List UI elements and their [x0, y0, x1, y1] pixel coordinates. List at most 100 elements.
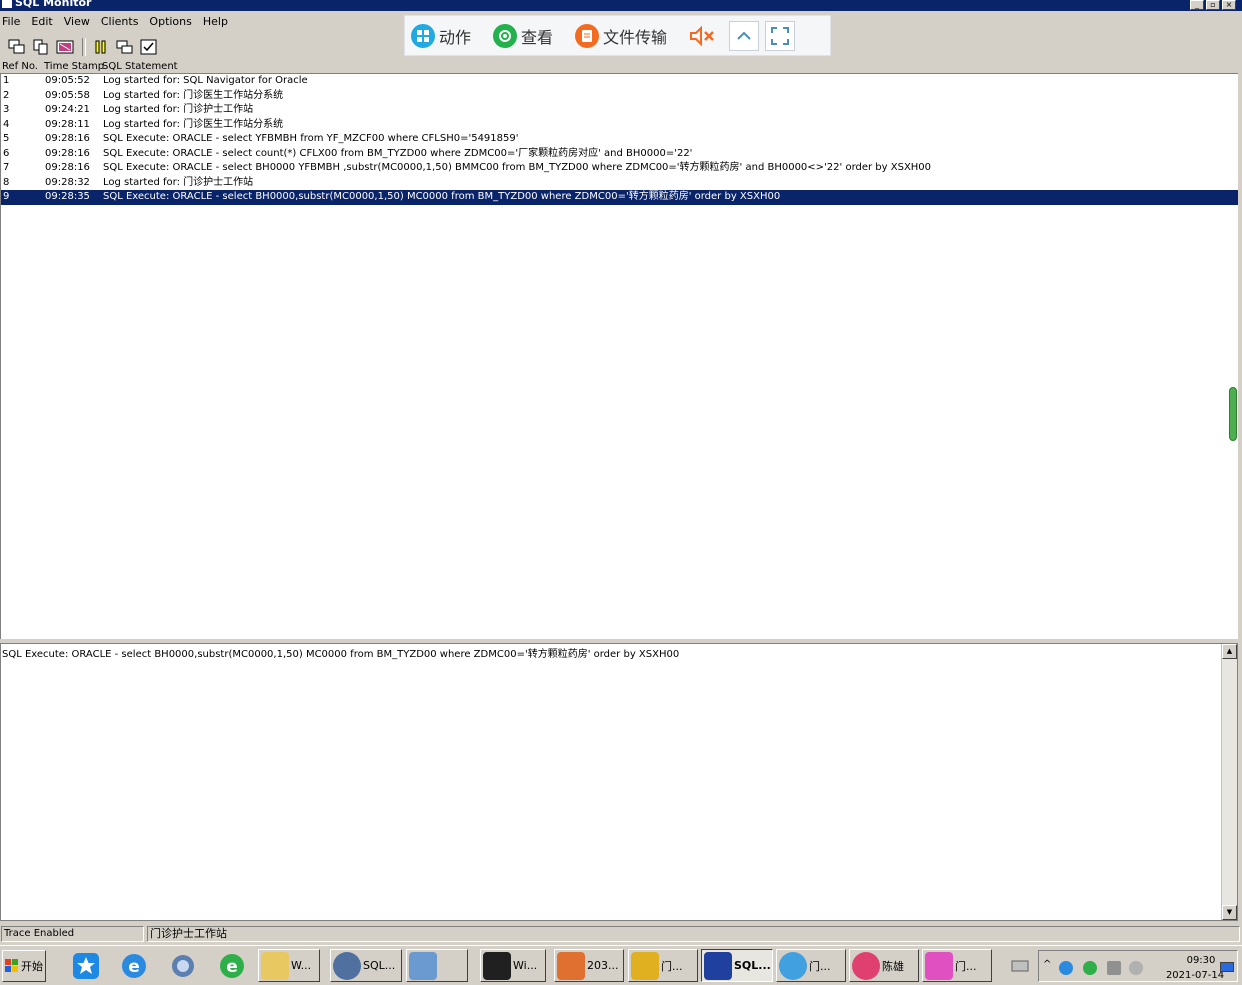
copy-button[interactable]: [30, 37, 52, 57]
menu-options[interactable]: Options: [149, 15, 191, 28]
task-button-3[interactable]: Wi...: [480, 949, 546, 982]
clinic-app-icon: [631, 951, 659, 980]
log-row[interactable]: 3 09:24:21 Log started for: 门诊护士工作站: [1, 103, 1238, 118]
scroll-down-arrow-icon[interactable]: ▼: [1222, 905, 1237, 920]
remote-desktop-icon: [409, 951, 437, 980]
fullscreen-icon: [771, 26, 790, 45]
remote-action-button[interactable]: 动作: [411, 23, 471, 48]
tray-update-icon[interactable]: [1083, 961, 1097, 975]
log-ref-no: 3: [3, 104, 10, 116]
task-label-9: 门...: [955, 959, 977, 973]
checklist-button[interactable]: [138, 37, 160, 57]
log-time-stamp: 09:28:16: [45, 162, 90, 174]
copy-icon: [33, 39, 48, 54]
remote-transfer-label: 文件传输: [603, 27, 668, 47]
task-label-5: 门...: [661, 959, 683, 973]
nurse-station-icon: [779, 951, 807, 980]
menu-view[interactable]: View: [64, 15, 90, 28]
task-button-6[interactable]: SQL...: [701, 949, 773, 982]
sql-detail-text: SQL Execute: ORACLE - select BH0000,subs…: [2, 649, 680, 660]
column-ref-no[interactable]: Ref No.: [2, 61, 38, 72]
tray-expand-icon[interactable]: ^: [1043, 959, 1051, 970]
column-sql-statement[interactable]: SQL Statement: [102, 61, 178, 72]
window-title-text: SQL Monitor: [15, 0, 92, 9]
log-row[interactable]: 1 09:05:52 Log started for: SQL Navigator …: [1, 74, 1238, 89]
status-bar: Trace Enabled 门诊护士工作站: [0, 925, 1242, 943]
task-button-1[interactable]: SQL...: [330, 949, 402, 982]
log-list[interactable]: 9 09:28:35 SQL Execute: ORACLE - select BH…: [0, 74, 1238, 639]
clear-log-button[interactable]: [54, 37, 76, 57]
menu-file[interactable]: File: [2, 15, 20, 28]
remote-control-bar: 动作 查看 文件传输: [404, 15, 831, 56]
menu-edit[interactable]: Edit: [31, 15, 52, 28]
minimize-button[interactable]: _: [1190, 0, 1204, 10]
trace-status: Trace Enabled: [1, 926, 144, 942]
folder-icon: [261, 951, 289, 980]
scroll-grip[interactable]: [1229, 387, 1237, 441]
system-tray: ^ 09:30 2021-07-14: [1038, 950, 1238, 982]
log-time-stamp: 09:05:52: [45, 75, 90, 86]
log-time-stamp: 09:28:16: [45, 133, 90, 145]
log-row[interactable]: 9 09:28:35 SQL Execute: ORACLE - select BH…: [1, 190, 1238, 205]
remote-view-button[interactable]: 查看: [493, 23, 553, 48]
log-row[interactable]: 6 09:28:16 SQL Execute: ORACLE - select co…: [1, 147, 1238, 162]
log-row[interactable]: 2 09:05:58 Log started for: 门诊医生工作站分系统: [1, 89, 1238, 104]
keyboard-tray-button[interactable]: [1006, 950, 1034, 982]
log-row[interactable]: 5 09:28:16 SQL Execute: ORACLE - select YF…: [1, 132, 1238, 147]
column-time-stamp[interactable]: Time Stamp: [44, 61, 104, 72]
task-button-8[interactable]: 陈雄: [849, 949, 919, 982]
log-sql-statement: SQL Execute: ORACLE - select YFBMBH from…: [103, 133, 519, 145]
windows-button[interactable]: [114, 37, 136, 57]
start-label: 开始: [21, 960, 43, 973]
log-ref-no: 4: [3, 118, 10, 130]
task-button-5[interactable]: 门...: [628, 949, 698, 982]
eye-icon: [493, 23, 518, 48]
copy-window-button[interactable]: [6, 37, 28, 57]
task-label-7: 门...: [809, 959, 831, 973]
archive-icon: [557, 951, 585, 980]
menu-help[interactable]: Help: [203, 15, 228, 28]
log-row[interactable]: 4 09:28:11 Log started for: 门诊医生工作站分系统: [1, 118, 1238, 133]
log-ref-no: 1: [3, 75, 10, 86]
log-time-stamp: 09:28:16: [45, 147, 90, 159]
tray-app-icon[interactable]: [1059, 961, 1073, 975]
remote-transfer-button[interactable]: 文件传输: [575, 23, 668, 48]
detail-scrollbar[interactable]: ▲ ▼: [1221, 644, 1237, 920]
start-button[interactable]: 开始: [2, 950, 46, 982]
network-icon: [172, 955, 194, 977]
log-row[interactable]: 8 09:28:32 Log started for: 门诊护士工作站: [1, 176, 1238, 191]
task-button-2[interactable]: [406, 949, 468, 982]
restore-button[interactable]: ▫: [1206, 0, 1220, 10]
scroll-up-arrow-icon[interactable]: ▲: [1222, 644, 1237, 659]
task-button-4[interactable]: 203...: [554, 949, 624, 982]
log-sql-statement: SQL Execute: ORACLE - select BH0000 YFBM…: [103, 162, 932, 174]
sql-detail-pane[interactable]: SQL Execute: ORACLE - select BH0000,subs…: [0, 643, 1238, 921]
log-sql-statement: SQL Execute: ORACLE - select count(*) CF…: [103, 147, 693, 159]
close-button[interactable]: ×: [1222, 0, 1236, 10]
task-button-7[interactable]: 门...: [776, 949, 846, 982]
log-row[interactable]: 7 09:28:16 SQL Execute: ORACLE - select BH…: [1, 161, 1238, 176]
log-sql-statement: Log started for: 门诊护士工作站: [103, 176, 254, 188]
task-button-9[interactable]: 门...: [922, 949, 992, 982]
fullscreen-button[interactable]: [765, 20, 796, 51]
quicklaunch-ie[interactable]: e: [118, 950, 150, 982]
quicklaunch-network[interactable]: [167, 950, 199, 982]
clear-log-icon: [56, 40, 74, 53]
ie-icon: e: [122, 954, 146, 978]
log-time-stamp: 09:28:35: [45, 191, 90, 203]
svg-text:e: e: [128, 957, 140, 977]
grid-icon: [411, 23, 435, 48]
collapse-bar-button[interactable]: [729, 20, 760, 51]
show-desktop-icon[interactable]: [1220, 962, 1234, 972]
taskbar: 开始 e e W... SQL... Wi... 203... 门... SQL…: [0, 945, 1242, 985]
quicklaunch-app[interactable]: [70, 950, 102, 982]
pause-button[interactable]: [90, 37, 112, 57]
log-sql-statement: SQL Execute: ORACLE - select BH0000,subs…: [103, 191, 781, 203]
quicklaunch-browser[interactable]: e: [216, 950, 248, 982]
task-button-0[interactable]: W...: [258, 949, 320, 982]
tray-volume-icon[interactable]: [1129, 961, 1143, 975]
mute-button[interactable]: [689, 25, 717, 47]
menu-clients[interactable]: Clients: [101, 15, 139, 28]
tray-network-icon[interactable]: [1107, 961, 1121, 975]
log-ref-no: 2: [3, 89, 10, 101]
